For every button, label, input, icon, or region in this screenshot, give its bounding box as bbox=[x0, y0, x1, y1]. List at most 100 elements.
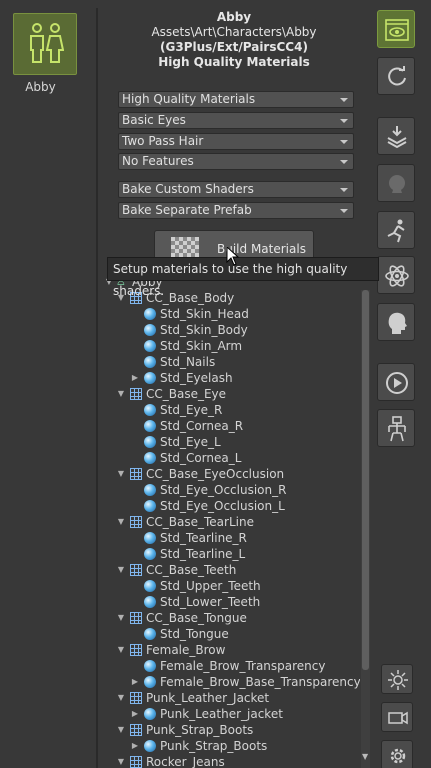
character-list: Abby bbox=[0, 0, 86, 768]
tree-mesh-item[interactable]: ▼ Rocker_Jeans bbox=[100, 754, 360, 768]
bake-icon bbox=[387, 126, 407, 149]
tree-material-item[interactable]: Std_Skin_Body bbox=[100, 322, 360, 338]
tree-material-item[interactable]: Std_Skin_Head bbox=[100, 306, 360, 322]
tree-item-label: CC_Base_Eye bbox=[146, 387, 227, 401]
tree-material-item[interactable]: Std_Lower_Teeth bbox=[100, 594, 360, 610]
collapse-arrow-icon[interactable]: ▶ bbox=[130, 738, 140, 754]
toolbar-light-button[interactable] bbox=[381, 664, 413, 694]
eye-icon bbox=[385, 19, 409, 41]
checker-icon bbox=[171, 237, 199, 257]
header-path: Assets\Art\Characters\Abby bbox=[151, 25, 317, 39]
tree-material-item[interactable]: Std_Cornea_R bbox=[100, 418, 360, 434]
tree-item-label: Std_Eye_Occlusion_R bbox=[160, 483, 287, 497]
expand-arrow-icon[interactable]: ▼ bbox=[116, 514, 126, 530]
tree-mesh-item[interactable]: ▼ Female_Brow bbox=[100, 642, 360, 658]
header-quality: High Quality Materials bbox=[158, 55, 310, 69]
expand-arrow-icon[interactable]: ▼ bbox=[116, 386, 126, 402]
toolbar-skeleton-button[interactable] bbox=[377, 409, 415, 447]
hair-mode-dropdown[interactable]: Two Pass Hair bbox=[118, 133, 354, 150]
mesh-grid-icon bbox=[130, 724, 142, 736]
material-tree[interactable]: ▼♙Abby▼CC_Base_BodyStd_Skin_HeadStd_Skin… bbox=[100, 274, 360, 768]
expand-arrow-icon[interactable]: ▼ bbox=[116, 722, 126, 738]
tree-mesh-item[interactable]: ▼ Punk_Leather_Jacket bbox=[100, 690, 360, 706]
tree-material-item[interactable]: Std_Tearline_R bbox=[100, 530, 360, 546]
toolbar-play-button[interactable] bbox=[377, 363, 415, 401]
tree-material-item[interactable]: ▶ Female_Brow_Base_Transparency bbox=[100, 674, 360, 690]
tree-material-item[interactable]: Std_Tearline_L bbox=[100, 546, 360, 562]
play-icon bbox=[386, 372, 408, 394]
tree-mesh-item[interactable]: ▼ CC_Base_Teeth bbox=[100, 562, 360, 578]
material-sphere-icon bbox=[144, 532, 156, 544]
tree-material-item[interactable]: Std_Skin_Arm bbox=[100, 338, 360, 354]
material-sphere-icon bbox=[144, 404, 156, 416]
collapse-arrow-icon[interactable]: ▶ bbox=[130, 674, 140, 690]
bake-prefab-dropdown[interactable]: Bake Separate Prefab bbox=[118, 202, 354, 219]
toolbar-head-button[interactable] bbox=[377, 303, 415, 341]
mesh-grid-icon bbox=[130, 612, 142, 624]
tree-item-label: Punk_Strap_Boots bbox=[160, 739, 268, 753]
eye-mode-dropdown[interactable]: Basic Eyes bbox=[118, 112, 354, 129]
features-dropdown[interactable]: No Features bbox=[118, 153, 354, 170]
tree-item-label: Std_Tearline_L bbox=[160, 547, 246, 561]
head-icon bbox=[388, 312, 407, 334]
tree-material-item[interactable]: Female_Brow_Transparency bbox=[100, 658, 360, 674]
toolbar-physics-pose-button[interactable] bbox=[377, 211, 415, 249]
tree-material-item[interactable]: Std_Eye_Occlusion_L bbox=[100, 498, 360, 514]
tree-item-label: Punk_Leather_jacket bbox=[160, 707, 283, 721]
tree-mesh-item[interactable]: ▼ CC_Base_Tongue bbox=[100, 610, 360, 626]
dropdown-value: High Quality Materials bbox=[122, 92, 256, 106]
tree-mesh-item[interactable]: ▼ CC_Base_EyeOcclusion bbox=[100, 466, 360, 482]
tree-mesh-item[interactable]: ▼ Punk_Strap_Boots bbox=[100, 722, 360, 738]
tree-material-item[interactable]: ▶ Punk_Leather_jacket bbox=[100, 706, 360, 722]
material-sphere-icon bbox=[144, 340, 156, 352]
material-sphere-icon bbox=[144, 660, 156, 672]
tree-material-item[interactable]: ▶ Punk_Strap_Boots bbox=[100, 738, 360, 754]
character-pair-icon bbox=[30, 23, 64, 63]
material-quality-dropdown[interactable]: High Quality Materials bbox=[118, 91, 354, 108]
expand-arrow-icon[interactable]: ▼ bbox=[116, 610, 126, 626]
toolbar-character-button[interactable] bbox=[377, 164, 415, 202]
tree-material-item[interactable]: Std_Upper_Teeth bbox=[100, 578, 360, 594]
toolbar-camera-button[interactable] bbox=[381, 702, 413, 732]
tree-item-label: Std_Eyelash bbox=[160, 371, 233, 385]
tree-material-item[interactable]: ▶ Std_Eyelash bbox=[100, 370, 360, 386]
tree-material-item[interactable]: Std_Cornea_L bbox=[100, 450, 360, 466]
mesh-grid-icon bbox=[130, 644, 142, 656]
mouse-cursor-icon bbox=[226, 246, 240, 266]
expand-arrow-icon[interactable]: ▼ bbox=[116, 690, 126, 706]
collapse-arrow-icon[interactable]: ▶ bbox=[130, 706, 140, 722]
tree-material-item[interactable]: Std_Eye_Occlusion_R bbox=[100, 482, 360, 498]
toolbar-settings-button[interactable] bbox=[381, 740, 413, 768]
expand-arrow-icon[interactable]: ▼ bbox=[116, 466, 126, 482]
toolbar-eye-button[interactable] bbox=[377, 10, 415, 48]
tree-material-item[interactable]: Std_Nails bbox=[100, 354, 360, 370]
tree-material-item[interactable]: Std_Eye_L bbox=[100, 434, 360, 450]
toolbar-atom-button[interactable] bbox=[377, 256, 415, 294]
character-thumbnail[interactable] bbox=[13, 13, 77, 75]
dropdown-arrow-icon bbox=[340, 160, 348, 164]
expand-arrow-icon[interactable]: ▼ bbox=[116, 642, 126, 658]
collapse-arrow-icon[interactable]: ▶ bbox=[130, 370, 140, 386]
tree-mesh-item[interactable]: ▼ CC_Base_Eye bbox=[100, 386, 360, 402]
tooltip: Setup materials to use the high quality … bbox=[107, 257, 379, 298]
material-sphere-icon bbox=[144, 708, 156, 720]
tree-material-item[interactable]: Std_Tongue bbox=[100, 626, 360, 642]
bake-shaders-dropdown[interactable]: Bake Custom Shaders bbox=[118, 181, 354, 198]
tree-item-label: Punk_Leather_Jacket bbox=[146, 691, 270, 705]
material-sphere-icon bbox=[144, 580, 156, 592]
toolbar-bake-button[interactable] bbox=[377, 117, 415, 155]
expand-arrow-icon[interactable]: ▼ bbox=[116, 562, 126, 578]
tree-scrollbar[interactable] bbox=[361, 290, 370, 768]
tree-mesh-item[interactable]: ▼ CC_Base_TearLine bbox=[100, 514, 360, 530]
mesh-grid-icon bbox=[130, 756, 142, 768]
atom-icon bbox=[385, 265, 409, 287]
tree-item-label: Std_Eye_L bbox=[160, 435, 221, 449]
character-header: Abby Assets\Art\Characters\Abby (G3Plus/… bbox=[99, 10, 369, 70]
scroll-down-arrow-icon[interactable]: ▼ bbox=[362, 752, 368, 761]
expand-arrow-icon[interactable]: ▼ bbox=[116, 754, 126, 768]
tree-material-item[interactable]: Std_Eye_R bbox=[100, 402, 360, 418]
tree-item-label: Punk_Strap_Boots bbox=[146, 723, 254, 737]
scrollbar-thumb[interactable] bbox=[362, 290, 369, 670]
toolbar-refresh-button[interactable] bbox=[377, 57, 415, 95]
dropdown-value: No Features bbox=[122, 154, 194, 168]
